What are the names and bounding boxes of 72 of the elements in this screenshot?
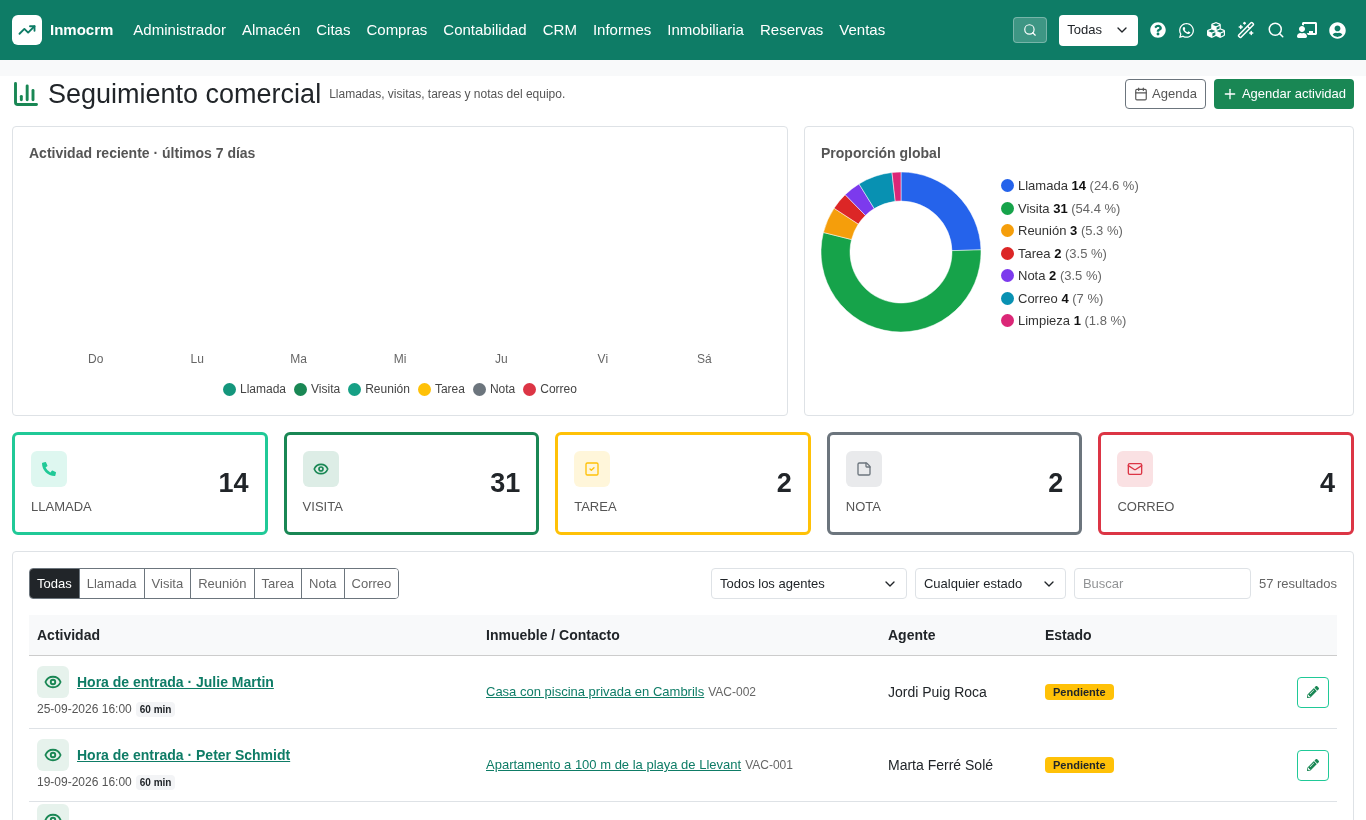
column-header: Actividad (37, 625, 101, 645)
axis-label: Do (88, 351, 104, 368)
property-link[interactable]: Apartamento a 100 m de la playa de Llevant (486, 755, 742, 775)
stat-label: NOTA (845, 497, 882, 516)
scope-select[interactable]: Todas (1059, 14, 1138, 46)
stat-label: VISITA (302, 497, 343, 516)
legend-label: Reunión 3 (5.3 %) (1018, 222, 1123, 240)
stat-value: 31 (490, 467, 521, 501)
property-ref: VAC-002 (708, 684, 757, 701)
stat-label: CORREO (1117, 497, 1175, 516)
property-ref: VAC-001 (745, 757, 793, 774)
nav-link[interactable]: Reservas (759, 18, 824, 42)
axis-label: Sá (696, 351, 712, 368)
search-field[interactable]: Buscar (1073, 568, 1251, 599)
legend-label: Reunión (365, 381, 410, 398)
nav-link[interactable]: Compras (366, 18, 428, 42)
axis-label: Ma (290, 351, 307, 368)
page-subtitle: Llamadas, visitas, tareas y notas del equipo. (329, 86, 566, 103)
agent-name: Marta Ferré Solé (888, 755, 995, 775)
axis-label: Ju (495, 351, 508, 368)
axis-label: Vi (597, 351, 609, 368)
card-title: Proporción global (821, 144, 942, 163)
stat-value: 4 (1319, 467, 1335, 501)
card-title: Actividad reciente · últimos 7 días (29, 144, 257, 163)
nav-link[interactable]: Inmobiliaria (667, 18, 744, 42)
page-title: Seguimiento comercial (48, 77, 322, 111)
nav-link[interactable]: Almacén (241, 18, 301, 42)
nav-link[interactable]: Ventas (839, 18, 886, 42)
duration-badge: 60 min (135, 701, 176, 717)
result-count: 57 resultados (1258, 574, 1337, 593)
duration-badge: 60 min (135, 774, 176, 790)
nav-link[interactable]: Citas (316, 18, 351, 42)
activity-date: 19-09-2026 16:00 (37, 774, 132, 791)
stat-value: 2 (776, 467, 792, 501)
nav-link[interactable]: CRM (542, 18, 577, 42)
brand-name[interactable]: Inmocrm (50, 18, 114, 42)
legend-label: Limpieza 1 (1.8 %) (1018, 312, 1127, 330)
stat-label: TAREA (574, 497, 617, 516)
add-activity-button[interactable]: Agendar actividad (1213, 79, 1354, 109)
column-header: Estado (1045, 625, 1092, 645)
column-header: Agente (888, 625, 937, 645)
legend-label: Correo (540, 381, 577, 398)
stat-label: LLAMADA (31, 497, 92, 516)
legend-label: Correo 4 (7 %) (1018, 289, 1104, 308)
legend-label: Visita 31 (54.4 %) (1018, 199, 1121, 218)
agenda-button[interactable]: Agenda (1125, 79, 1206, 109)
status-select[interactable]: Cualquier estado (914, 568, 1066, 599)
stat-value: 2 (1048, 467, 1064, 501)
filter-tab[interactable]: Correo (343, 569, 399, 598)
legend-label: Nota (489, 381, 516, 398)
axis-label: Lu (190, 351, 204, 368)
status-badge: Pendiente (1045, 756, 1114, 774)
stat-value: 14 (218, 467, 249, 501)
agent-select[interactable]: Todos los agentes (710, 568, 907, 599)
legend-label: Visita (311, 381, 341, 398)
axis-label: Mi (393, 351, 407, 368)
agent-name: Jordi Puig Roca (888, 682, 988, 702)
activity-date: 25-09-2026 16:00 (37, 701, 132, 718)
legend-label: Tarea 2 (3.5 %) (1018, 244, 1107, 263)
property-link[interactable]: Casa con piscina privada en Cambrils (486, 682, 705, 702)
activity-link[interactable]: Hora de entrada · Peter Schmidt (77, 744, 291, 766)
nav-link[interactable]: Informes (592, 18, 652, 42)
legend-label: Tarea (434, 381, 465, 398)
legend-label: Llamada 14 (24.6 %) (1018, 177, 1139, 195)
nav-link[interactable]: Administrador (133, 18, 226, 42)
activity-link[interactable]: Hora de entrada · Julie Martin (77, 671, 274, 693)
legend-label: Nota 2 (3.5 %) (1018, 267, 1102, 285)
nav-link[interactable]: Contabilidad (443, 18, 527, 42)
column-header: Inmueble / Contacto (486, 625, 621, 645)
filter-tab[interactable]: Todas (30, 569, 79, 598)
status-badge: Pendiente (1045, 683, 1114, 701)
legend-label: Llamada (240, 381, 287, 398)
